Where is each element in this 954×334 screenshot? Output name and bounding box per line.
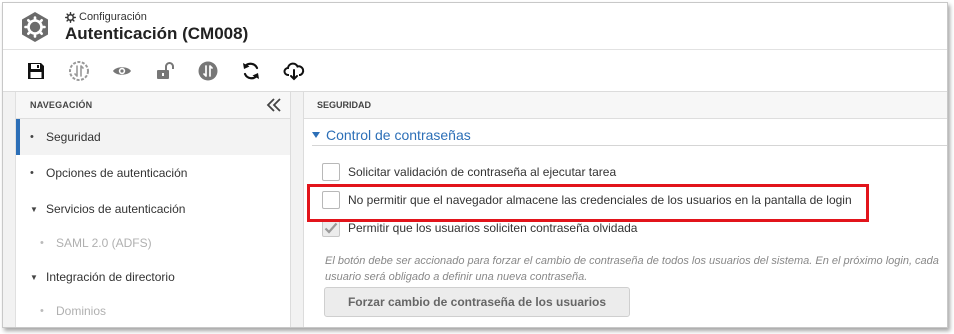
section-toggle[interactable]: Control de contraseñas — [312, 126, 947, 146]
collapse-double-chevron-icon[interactable] — [266, 98, 282, 112]
sort-circle-icon — [198, 61, 218, 81]
gear-icon — [65, 11, 76, 23]
download-button[interactable] — [280, 57, 308, 85]
breadcrumb-label[interactable]: Configuración — [79, 11, 147, 23]
unlock-button[interactable] — [151, 57, 179, 85]
option-label: No permitir que el navegador almacene la… — [348, 193, 852, 207]
section-title: Control de contraseñas — [326, 126, 471, 143]
sidebar-title: NAVEGACIÓN — [30, 100, 93, 110]
view-button[interactable] — [108, 57, 136, 85]
sidebar-item-seguridad[interactable]: • Seguridad — [16, 119, 290, 155]
option-validate-password-checkbox[interactable] — [322, 163, 340, 181]
page-header: Configuración Autenticación (CM008) — [3, 3, 947, 50]
main-header: SEGURIDAD — [304, 92, 947, 119]
sidebar-header: NAVEGACIÓN — [16, 92, 290, 119]
bullet-icon: • — [40, 237, 44, 249]
sidebar-item-servicios-autenticacion[interactable]: ▼ Servicios de autenticación — [16, 191, 290, 227]
sidebar-item-label: Seguridad — [46, 130, 101, 144]
sidebar-item-label: Servicios de autenticación — [46, 202, 186, 216]
checkmark-icon — [324, 222, 338, 234]
option-forgot-password: Permitir que los usuarios soliciten cont… — [322, 219, 637, 237]
eye-icon — [113, 67, 131, 75]
sidebar-item-label: Dominios — [56, 304, 107, 318]
navigation-sidebar: NAVEGACIÓN • Seguridad • Opciones de aut… — [15, 92, 291, 327]
sidebar-item-label: Integración de directorio — [46, 270, 175, 284]
save-button[interactable] — [22, 57, 50, 85]
sync-button[interactable] — [65, 57, 93, 85]
expand-triangle-icon[interactable]: ▼ — [30, 273, 46, 282]
collapse-triangle-icon — [312, 131, 320, 138]
sidebar-item-opciones-autenticacion[interactable]: • Opciones de autenticación — [16, 155, 290, 191]
password-control-section: Control de contraseñas — [312, 126, 947, 146]
app-window: Configuración Autenticación (CM008) NAVE… — [2, 2, 948, 328]
bullet-icon: • — [40, 305, 44, 317]
option-validate-password: Solicitar validación de contraseña al ej… — [322, 163, 616, 181]
page-title: Autenticación (CM008) — [65, 24, 249, 43]
sidebar-item-label: SAML 2.0 (ADFS) — [56, 236, 152, 250]
main-title: SEGURIDAD — [317, 100, 372, 110]
force-password-change-button[interactable]: Forzar cambio de contraseña de los usuar… — [324, 287, 630, 317]
refresh-button[interactable] — [237, 57, 265, 85]
unlock-icon — [157, 62, 174, 79]
sidebar-item-integracion-directorio[interactable]: ▼ Integración de directorio — [16, 259, 290, 295]
refresh-icon — [243, 62, 259, 80]
toolbar — [3, 51, 947, 92]
sidebar-item-label: Opciones de autenticación — [46, 166, 188, 180]
bullet-icon: • — [30, 167, 34, 179]
option-forgot-password-checkbox[interactable] — [322, 219, 340, 237]
breadcrumb[interactable]: Configuración — [65, 11, 147, 23]
sync-circle-icon — [69, 61, 89, 81]
save-icon — [28, 63, 44, 79]
option-no-store-credentials: No permitir que el navegador almacene la… — [322, 191, 852, 209]
option-label: Permitir que los usuarios soliciten cont… — [348, 221, 638, 235]
sidebar-item-saml[interactable]: • SAML 2.0 (ADFS) — [16, 227, 290, 259]
sidebar-item-dominios[interactable]: • Dominios — [16, 295, 290, 327]
option-label: Solicitar validación de contraseña al ej… — [348, 165, 617, 179]
cloud-download-icon — [283, 62, 305, 81]
option-no-store-credentials-checkbox[interactable] — [322, 191, 340, 209]
settings-logo-icon — [22, 12, 48, 42]
sort-button[interactable] — [194, 57, 222, 85]
expand-triangle-icon[interactable]: ▼ — [30, 205, 46, 214]
help-text: El botón debe ser accionado para forzar … — [325, 255, 939, 283]
bullet-icon: • — [30, 131, 34, 143]
